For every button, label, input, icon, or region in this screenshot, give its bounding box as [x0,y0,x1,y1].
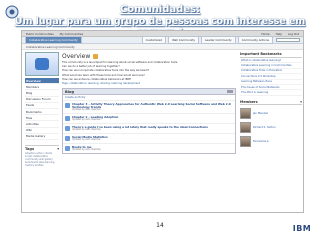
overview-question: Can we do a better job of learning toget… [62,65,120,69]
member-name[interactable]: Jan Mendez [253,112,268,115]
tab-actions[interactable]: Community Actions [237,36,273,44]
top-link-logout[interactable]: Log Out [288,32,299,36]
blog-panel: Blog Create an Entry Chapter 3 - Activit… [62,88,236,155]
overview-intro: This community is a launchpad for learni… [62,61,179,64]
member-name[interactable]: Ferrulaina A. [253,140,269,143]
overview-icon [93,54,99,59]
community-navbar: Collaborative Learning Community Customi… [22,36,303,44]
right-sidebar: Important Bookmarks What is collaborativ… [240,52,302,147]
overview-question: How can we enhance collaborative behavio… [62,77,132,81]
blog-entry-icon [65,116,70,122]
bottom-fade [22,202,303,212]
member-card[interactable]: Jan Mendez [240,107,302,119]
blog-post[interactable]: Social Media Statistics Updated by sam.ch… [63,133,235,143]
top-link-mine[interactable]: My Communities [60,32,83,36]
avatar [240,135,251,147]
overview-question: How can we incorporate collaborative too… [62,69,150,73]
left-menu: Overview Members Blog Discussion Forum F… [25,78,59,140]
collapse-icon[interactable]: ▾ [300,100,302,104]
page-number: 14 [156,222,164,229]
blog-entry-icon [65,136,70,142]
avatar [240,107,251,119]
tags-header: Tags [25,146,35,151]
community-name-tab[interactable]: Collaborative Learning Community [25,36,82,44]
blog-title: Blog [65,89,75,94]
overview-header: Overview [62,52,236,61]
members-section-header: Members ▾ [240,100,302,105]
tab-wall[interactable]: Wall Community [168,36,200,44]
community-logo-icon [35,58,49,70]
search-input[interactable] [276,38,300,42]
blog-post[interactable]: Chapter 2 - Leading Adoption Updated by s… [63,113,235,123]
left-sidebar: Overview Members Blog Discussion Forum F… [25,52,59,167]
tab-customized[interactable]: Customized [141,36,167,44]
overview-question: What would we learn with these tools and… [62,73,145,77]
post-meta: Updated by sam.chapman [72,147,101,151]
overview-text: This community is a launchpad for learni… [62,61,236,81]
menu-item-media[interactable]: Media Gallery [25,134,59,140]
top-link-help[interactable]: Help [276,32,282,36]
blog-post[interactable]: Books to me Updated by sam.chapman [63,143,235,153]
top-link-home[interactable]: Home [261,32,269,36]
blog-post[interactable]: There's a guide I've been using a lot la… [63,123,235,133]
avatar [240,121,251,133]
community-screenshot: Public Communities My Communities Home H… [21,30,304,213]
post-meta: Updated by sam.chapman [72,117,101,121]
collapse-icon[interactable]: ▾ [57,147,59,151]
slide: Comunidades: Um lugar para um grupo de p… [0,0,320,240]
breadcrumb[interactable]: Collaborative Learning Community [22,44,303,50]
blog-entry-icon [65,146,70,152]
community-logo [25,52,59,76]
blog-entry-icon [65,103,70,109]
overview-tags-link[interactable]: Tags: collaboration, learning, sharing, … [62,82,236,85]
main-content: Overview This community is a launchpad f… [62,52,236,155]
bookmark-link[interactable]: The Mind in Learning [240,90,302,96]
overview-title: Overview [62,53,91,60]
post-meta: Updated by sam.chapman [72,127,101,131]
top-link-public[interactable]: Public Communities [26,32,54,36]
post-meta: Updated by sam.chapman [72,107,101,111]
tag-cloud[interactable]: adoption action charts social collaborat… [25,152,59,167]
member-name[interactable]: Richard K. Sutton [253,126,276,129]
members-header: Members [240,99,258,104]
blog-entry-icon [65,126,70,132]
slide-title: Comunidades: [119,4,201,15]
blog-post[interactable]: Chapter 3 - Activity Theory Approaches f… [63,100,235,113]
panel-menu-icon[interactable] [227,90,233,94]
member-card[interactable]: Richard K. Sutton [240,121,302,133]
member-card[interactable]: Ferrulaina A. [240,135,302,147]
ibm-brand-logo: IBM [290,224,314,234]
post-meta: Updated by sam.chapman [72,137,101,141]
tab-leader[interactable]: Leader Community [201,36,236,44]
tags-section-header: Tags ▾ [25,144,59,151]
